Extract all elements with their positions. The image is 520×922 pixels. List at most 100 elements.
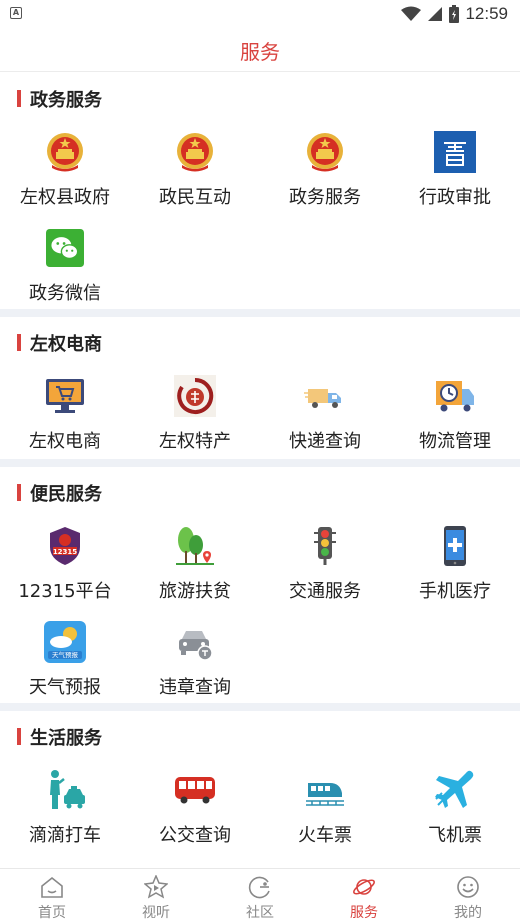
smiley-icon [457, 876, 479, 898]
service-label: 飞机票 [428, 825, 482, 846]
service-label: 政务微信 [29, 283, 101, 304]
service-administrative-approval[interactable]: 行政审批 [390, 123, 520, 219]
car-violation-icon [179, 631, 213, 661]
battery-icon [449, 5, 460, 23]
service-label: 违章查询 [159, 677, 231, 698]
service-label: 行政审批 [419, 187, 491, 208]
tab-label: 我的 [454, 905, 482, 921]
section-life: 生活服务 滴滴打车 公交查询 火车票 飞机票 [0, 711, 520, 857]
community-icon [248, 876, 270, 899]
signal-icon [428, 7, 443, 21]
planet-icon [353, 879, 375, 895]
service-label: 政民互动 [159, 187, 231, 208]
mobile-medical-icon [444, 526, 466, 566]
tab-profile[interactable]: 我的 [416, 869, 520, 922]
service-label: 公交查询 [159, 825, 231, 846]
service-label: 左权特产 [159, 431, 231, 452]
service-zuoquan-specialty[interactable]: 左权特产 [130, 367, 260, 463]
service-label: 旅游扶贫 [159, 581, 231, 602]
notification-a-icon: A [10, 7, 22, 19]
service-zuoquan-ecommerce[interactable]: 左权电商 [0, 367, 130, 463]
delivery-truck-icon [304, 389, 341, 408]
status-right: 12:59 [401, 4, 508, 24]
service-label: 物流管理 [419, 431, 491, 452]
page-title: 服务 [240, 40, 280, 64]
national-emblem-icon [177, 133, 213, 172]
weather-icon: 天气预报 [44, 621, 86, 663]
section-title: 左权电商 [30, 334, 102, 355]
section-ecommerce: 左权电商 左权电商 左权特产 快递查询 物流管理 [0, 317, 520, 459]
section-title: 政务服务 [30, 90, 102, 111]
section-header: 生活服务 [0, 711, 520, 761]
service-label: 左权电商 [29, 431, 101, 452]
service-12315-platform[interactable]: 12315 12315平台 [0, 517, 130, 613]
service-label: 火车票 [298, 825, 352, 846]
train-icon [306, 783, 344, 806]
section-government: 政务服务 左权县政府 政民互动 政务服务 行政审批 政务微信 [0, 73, 520, 309]
national-emblem-icon [47, 133, 83, 172]
bus-icon [175, 777, 215, 804]
tab-media[interactable]: 视听 [104, 869, 208, 922]
service-didi-taxi[interactable]: 滴滴打车 [0, 761, 130, 857]
app-header: 服务 [0, 28, 520, 72]
service-air-ticket[interactable]: 飞机票 [390, 761, 520, 857]
section-convenience: 便民服务 12315 12315平台 旅游扶贫 交通服务 手机医疗 天气预报 天… [0, 467, 520, 703]
tab-label: 服务 [350, 905, 378, 921]
wifi-icon [401, 6, 422, 21]
section-title: 生活服务 [30, 728, 102, 749]
service-government-services[interactable]: 政务服务 [260, 123, 390, 219]
service-label: 政务服务 [289, 187, 361, 208]
service-label: 快递查询 [289, 431, 361, 452]
service-label: 12315平台 [18, 581, 112, 602]
service-weather-forecast[interactable]: 天气预报 天气预报 [0, 613, 130, 709]
tab-services[interactable]: 服务 [312, 869, 416, 922]
tab-community[interactable]: 社区 [208, 869, 312, 922]
section-accent-bar [17, 728, 21, 745]
section-accent-bar [17, 334, 21, 351]
service-label: 天气预报 [29, 677, 101, 698]
traffic-light-icon [314, 527, 336, 565]
service-grid: 滴滴打车 公交查询 火车票 飞机票 [0, 761, 520, 857]
approval-icon [434, 131, 476, 173]
specialty-seal-icon [174, 375, 216, 417]
service-grid: 12315 12315平台 旅游扶贫 交通服务 手机医疗 天气预报 天气预报 违… [0, 517, 520, 709]
service-violation-query[interactable]: 违章查询 [130, 613, 260, 709]
tab-label: 视听 [142, 905, 170, 921]
service-label: 左权县政府 [20, 187, 110, 208]
section-header: 政务服务 [0, 73, 520, 123]
section-header: 左权电商 [0, 317, 520, 367]
logistics-truck-icon [436, 381, 474, 412]
national-emblem-icon [307, 133, 343, 172]
home-icon [41, 876, 63, 898]
service-mobile-medical[interactable]: 手机医疗 [390, 517, 520, 613]
service-train-ticket[interactable]: 火车票 [260, 761, 390, 857]
service-traffic[interactable]: 交通服务 [260, 517, 390, 613]
section-accent-bar [17, 90, 21, 107]
service-county-government[interactable]: 左权县政府 [0, 123, 130, 219]
service-tourism-poverty-alleviation[interactable]: 旅游扶贫 [130, 517, 260, 613]
wechat-icon [46, 229, 84, 267]
section-accent-bar [17, 484, 21, 501]
tab-label: 社区 [246, 905, 274, 921]
service-bus-query[interactable]: 公交查询 [130, 761, 260, 857]
tree-location-icon [176, 527, 214, 565]
service-logistics-management[interactable]: 物流管理 [390, 367, 520, 463]
service-content: 政务服务 左权县政府 政民互动 政务服务 行政审批 政务微信 左权电商 左权电商… [0, 73, 520, 857]
weather-badge-text: 天气预报 [52, 650, 79, 659]
tab-home[interactable]: 首页 [0, 869, 104, 922]
service-label: 滴滴打车 [29, 825, 101, 846]
service-government-wechat[interactable]: 政务微信 [0, 219, 130, 315]
shopping-monitor-icon [46, 379, 84, 413]
taxi-icon [50, 770, 85, 809]
service-citizen-interaction[interactable]: 政民互动 [130, 123, 260, 219]
service-grid: 左权电商 左权特产 快递查询 物流管理 [0, 367, 520, 463]
tab-label: 首页 [38, 905, 66, 921]
shield-number: 12315 [53, 548, 77, 556]
airplane-icon [435, 770, 474, 808]
section-title: 便民服务 [30, 484, 102, 505]
star-play-icon [144, 875, 168, 899]
service-express-query[interactable]: 快递查询 [260, 367, 390, 463]
bottom-tab-bar: 首页 视听 社区 服务 我的 [0, 868, 520, 922]
status-time: 12:59 [465, 4, 508, 23]
section-header: 便民服务 [0, 467, 520, 517]
